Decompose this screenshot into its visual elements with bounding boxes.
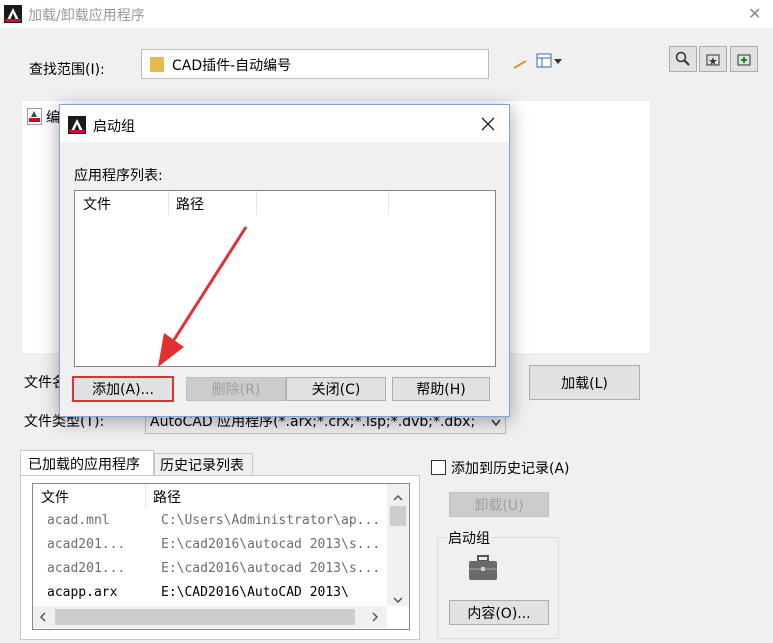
row-path: C:\Users\Administrator\ap... xyxy=(161,513,381,528)
hscroll-thumb[interactable] xyxy=(55,609,355,625)
window-title: 加载/卸载应用程序 xyxy=(28,8,145,24)
add-favorite-icon[interactable] xyxy=(730,46,758,72)
views-menu-icon[interactable] xyxy=(536,52,566,70)
close-button[interactable]: 关闭(C) xyxy=(286,377,386,401)
loaded-apps-list[interactable]: 文件 路径 acad.mnl C:\Users\Administrator\ap.… xyxy=(32,483,410,630)
scroll-left-icon[interactable] xyxy=(39,611,47,627)
startup-group-label: 启动组 xyxy=(446,528,492,548)
find-icon[interactable] xyxy=(669,46,697,72)
row-file: acad.mnl xyxy=(47,513,110,528)
startup-dialog: 启动组 应用程序列表: 文件 路径 添加(A)... 删除(R) 关闭(C) 帮… xyxy=(59,104,510,417)
scroll-up-icon[interactable] xyxy=(392,490,404,506)
history-checkbox-label[interactable]: 添加到历史记录(A) xyxy=(451,458,570,478)
scroll-down-icon[interactable] xyxy=(392,592,404,608)
dialog-title: 启动组 xyxy=(93,119,135,135)
header-divider xyxy=(145,484,146,508)
tab-loaded-applications[interactable]: 已加载的应用程序 xyxy=(20,450,154,476)
lisp-file-icon xyxy=(27,108,42,125)
vertical-scrollbar[interactable] xyxy=(387,484,409,606)
row-path: E:\cad2016\autocad 2013\s... xyxy=(161,537,381,552)
row-file: acad201... xyxy=(47,561,126,576)
scroll-thumb[interactable] xyxy=(390,506,406,526)
autocad-logo-icon xyxy=(4,5,22,23)
annotation-arrow xyxy=(158,226,248,367)
dialog-header-divider-3 xyxy=(388,191,389,215)
list-header: 文件 路径 xyxy=(33,484,389,508)
folder-icon xyxy=(150,57,164,72)
header-path[interactable]: 路径 xyxy=(153,487,181,507)
search-path-combo[interactable]: CAD插件-自动编号 xyxy=(141,49,489,79)
horizontal-scrollbar[interactable] xyxy=(33,606,387,628)
up-folder-icon[interactable] xyxy=(512,58,530,70)
row-file: acad201... xyxy=(47,537,126,552)
close-icon[interactable]: ✕ xyxy=(748,4,761,23)
title-bar: 加载/卸载应用程序 ✕ xyxy=(0,0,773,28)
unload-button[interactable]: 卸载(U) xyxy=(449,492,549,517)
dialog-header-divider-1 xyxy=(168,191,169,215)
dialog-header-file[interactable]: 文件 xyxy=(83,194,111,214)
delete-button[interactable]: 删除(R) xyxy=(186,377,286,401)
header-file[interactable]: 文件 xyxy=(41,487,69,507)
dialog-header-divider-2 xyxy=(256,191,257,215)
content-button[interactable]: 内容(O)... xyxy=(449,600,549,625)
row-path: E:\cad2016\autocad 2013\s... xyxy=(161,561,381,576)
dialog-close-icon[interactable] xyxy=(481,117,495,135)
dialog-autocad-icon xyxy=(68,116,86,134)
briefcase-icon[interactable] xyxy=(467,553,499,583)
history-checkbox[interactable] xyxy=(431,460,446,475)
row-file: acapp.arx xyxy=(47,585,118,600)
scroll-right-icon[interactable] xyxy=(371,611,379,627)
app-list-label: 应用程序列表: xyxy=(74,168,163,184)
load-button[interactable]: 加载(L) xyxy=(529,365,640,400)
favorites-icon[interactable] xyxy=(699,46,727,72)
file-list-item[interactable]: 编 xyxy=(46,107,60,127)
dialog-title-bar: 启动组 xyxy=(60,105,509,142)
add-button[interactable]: 添加(A)... xyxy=(72,376,174,402)
row-path: E:\CAD2016\AutoCAD 2013\ xyxy=(161,585,349,600)
search-path-value: CAD插件-自动编号 xyxy=(172,58,292,74)
tab-history-list[interactable]: 历史记录列表 xyxy=(154,453,253,475)
help-button[interactable]: 帮助(H) xyxy=(392,377,490,401)
chevron-down-icon xyxy=(490,416,502,432)
search-label: 查找范围(I): xyxy=(29,62,105,78)
dialog-header-path[interactable]: 路径 xyxy=(176,194,204,214)
app-list[interactable]: 文件 路径 xyxy=(74,190,496,367)
